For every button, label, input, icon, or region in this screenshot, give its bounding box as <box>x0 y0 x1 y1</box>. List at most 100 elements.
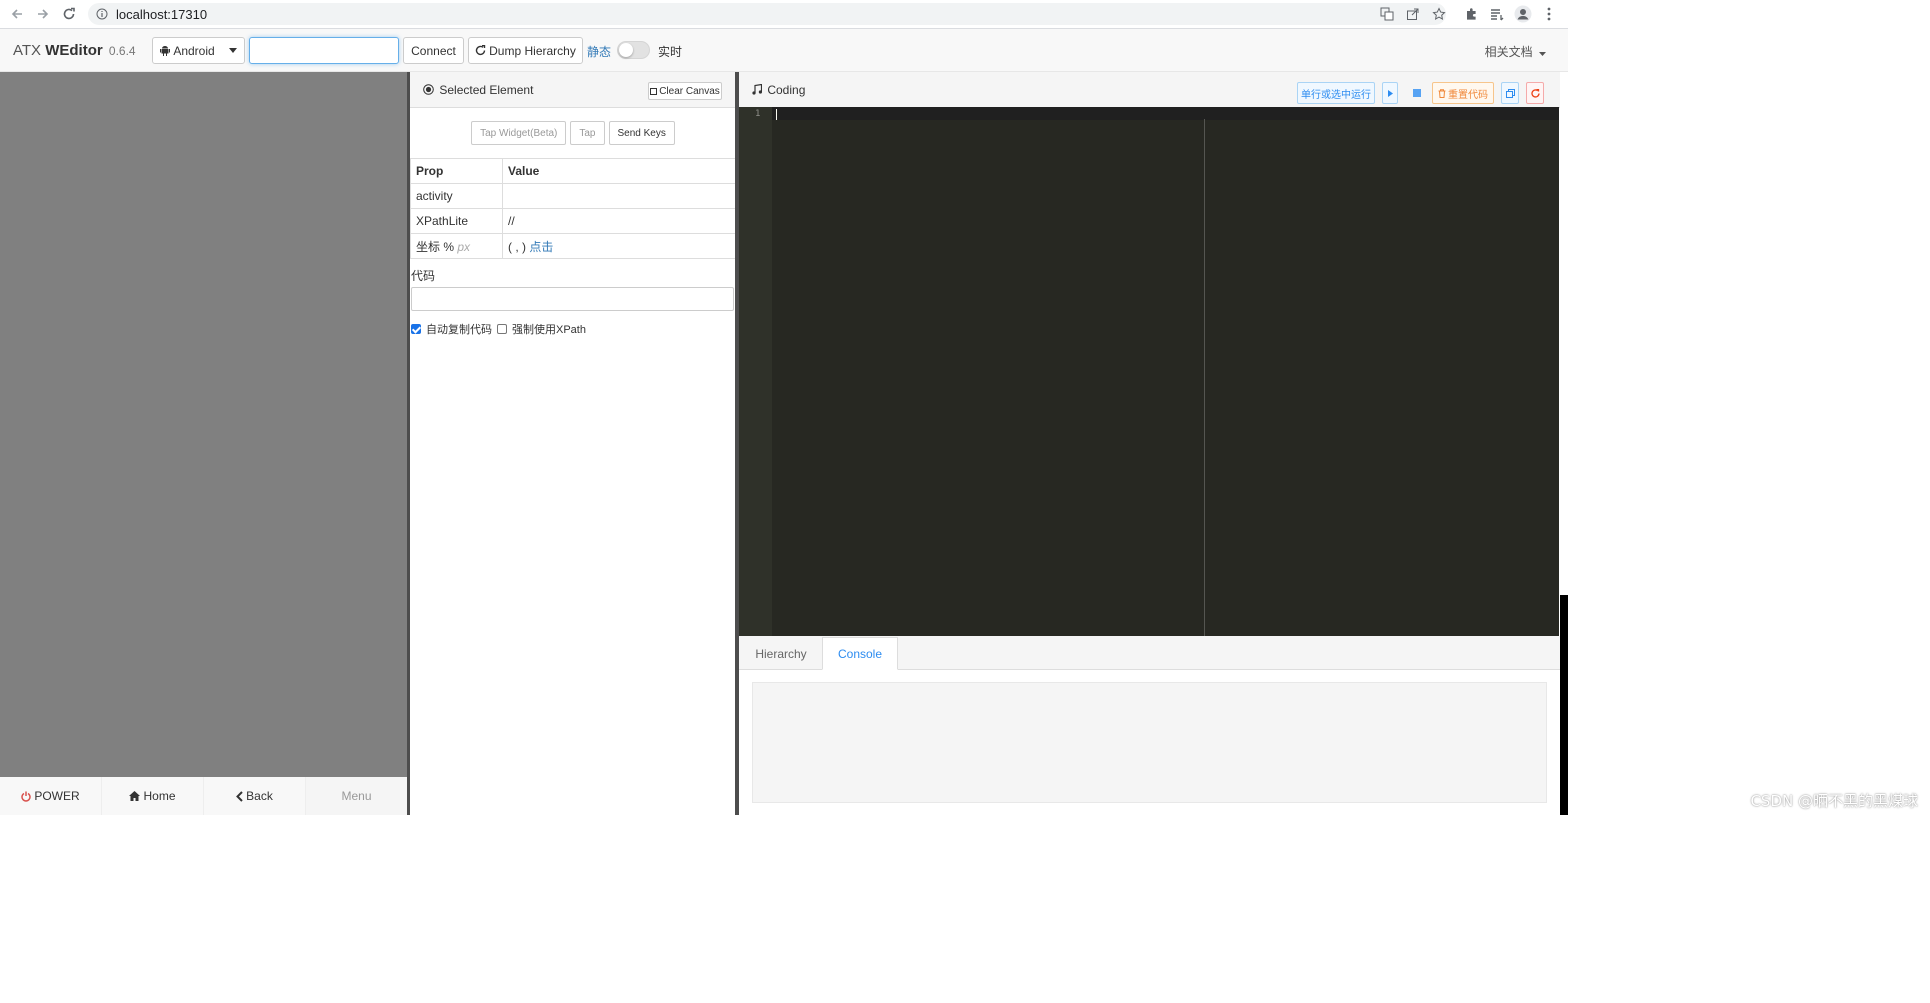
static-mode-label: 静态 <box>587 45 612 59</box>
app-navbar: ATX WEditor 0.6.4 Android Connect Dump H… <box>0 29 1568 72</box>
table-header-row: Prop Value <box>410 158 736 184</box>
line-number: 1 <box>755 109 761 119</box>
bottom-tabs: Hierarchy Console <box>739 636 1560 670</box>
table-row: XPathLite // <box>410 208 736 234</box>
home-label: Home <box>143 789 176 803</box>
live-mode-label: 实时 <box>658 45 683 59</box>
live-mode-toggle[interactable] <box>617 41 650 59</box>
power-icon <box>21 791 32 802</box>
element-actions: Tap Widget(Beta) Tap Send Keys <box>410 121 736 145</box>
value-cell: // <box>502 208 736 234</box>
tap-widget-button[interactable]: Tap Widget(Beta) <box>471 121 567 145</box>
generated-code-input[interactable] <box>411 287 734 311</box>
toggle-knob <box>619 43 633 57</box>
tap-button[interactable]: Tap <box>570 121 605 145</box>
prop-cell: XPathLite <box>410 208 503 234</box>
code-editor[interactable]: 1 <box>739 107 1559 636</box>
force-xpath-checkbox[interactable] <box>497 324 507 334</box>
url-text: localhost:17310 <box>116 6 208 22</box>
menu-button[interactable]: Menu <box>306 777 407 815</box>
force-xpath-label: 强制使用XPath <box>512 324 586 336</box>
app-brand[interactable]: ATX WEditor 0.6.4 <box>13 42 136 59</box>
coordinate-value: ( , ) <box>508 239 526 254</box>
menu-icon[interactable] <box>1540 5 1558 23</box>
value-cell <box>502 183 736 209</box>
px-toggle[interactable]: px <box>457 240 470 254</box>
checkbox-icon <box>650 87 658 95</box>
info-icon[interactable] <box>96 8 108 20</box>
send-keys-button[interactable]: Send Keys <box>608 121 675 145</box>
clear-canvas-label: Clear Canvas <box>659 85 720 97</box>
target-icon <box>423 84 434 95</box>
power-button[interactable]: POWER <box>0 777 102 815</box>
reading-list-icon[interactable] <box>1488 5 1506 23</box>
tab-console[interactable]: Console <box>822 637 898 670</box>
reload-icon[interactable] <box>58 3 80 25</box>
click-coordinate-link[interactable]: 点击 <box>529 240 553 254</box>
back-icon[interactable] <box>6 3 28 25</box>
address-bar[interactable]: localhost:17310 <box>88 3 1446 25</box>
copy-icon[interactable] <box>1501 82 1519 104</box>
auto-copy-label: 自动复制代码 <box>426 324 492 336</box>
tab-hierarchy[interactable]: Hierarchy <box>741 637 821 670</box>
dump-hierarchy-button[interactable]: Dump Hierarchy <box>468 37 583 64</box>
android-icon <box>160 45 171 56</box>
device-serial-input[interactable] <box>249 37 399 64</box>
translate-icon[interactable] <box>1378 5 1396 23</box>
table-row: activity <box>410 183 736 209</box>
coding-header: Coding 单行或选中运行 重置代码 <box>739 72 1560 108</box>
coding-panel: Coding 单行或选中运行 重置代码 1 Hierarchy Console <box>739 72 1560 815</box>
value-header: Value <box>502 158 736 184</box>
selected-element-label: Selected Element <box>439 83 534 97</box>
star-icon[interactable] <box>1430 5 1448 23</box>
brand-name: WEditor <box>45 42 103 59</box>
prop-cell: 坐标 % px <box>410 233 503 259</box>
clear-canvas-button[interactable]: Clear Canvas <box>648 82 722 100</box>
reset-code-label: 重置代码 <box>1448 89 1488 101</box>
active-line-highlight <box>772 107 1559 120</box>
home-icon <box>129 791 141 801</box>
coding-label: Coding <box>767 83 806 97</box>
chevron-left-icon <box>236 790 243 802</box>
share-icon[interactable] <box>1404 5 1422 23</box>
table-row: 坐标 % px ( , ) 点击 <box>410 233 736 259</box>
brand-prefix: ATX <box>13 42 46 59</box>
reload-icon[interactable] <box>1526 82 1544 104</box>
value-cell: ( , ) 点击 <box>502 233 736 259</box>
text-cursor <box>776 109 777 120</box>
connect-button[interactable]: Connect <box>403 37 464 64</box>
watermark-text: CSDN @晒不黑的黑煤球 <box>1750 792 1918 810</box>
selected-element-title: Selected Element <box>423 83 533 97</box>
power-label: POWER <box>34 789 80 803</box>
element-properties-table: Prop Value activity XPathLite // 坐标 % px… <box>410 158 736 259</box>
platform-dropdown[interactable]: Android <box>152 37 245 64</box>
trash-icon <box>1438 88 1446 98</box>
caret-down-icon <box>228 48 237 53</box>
play-icon[interactable] <box>1382 82 1398 104</box>
forward-icon[interactable] <box>32 3 54 25</box>
profile-icon[interactable] <box>1514 5 1532 23</box>
home-button[interactable]: Home <box>102 777 204 815</box>
caret-down-icon <box>1539 52 1546 56</box>
stop-icon[interactable] <box>1410 82 1424 104</box>
code-options: 自动复制代码 强制使用XPath <box>411 321 586 337</box>
device-hardware-buttons: POWER Home Back Menu <box>0 777 407 815</box>
window-edge-dark <box>1560 595 1568 815</box>
reset-code-button[interactable]: 重置代码 <box>1432 82 1494 104</box>
platform-label: Android <box>173 43 215 58</box>
coding-title: Coding <box>752 83 805 97</box>
extensions-icon[interactable] <box>1462 5 1480 23</box>
coordinate-prop-label: 坐标 % <box>416 239 455 254</box>
docs-dropdown[interactable]: 相关文档 <box>1485 43 1546 60</box>
docs-label: 相关文档 <box>1484 45 1533 59</box>
console-output[interactable] <box>752 682 1547 803</box>
refresh-icon <box>475 45 486 56</box>
device-screen-canvas[interactable] <box>0 72 407 777</box>
prop-cell: activity <box>410 183 503 209</box>
prop-header: Prop <box>410 158 503 184</box>
back-button[interactable]: Back <box>204 777 306 815</box>
dump-hierarchy-label: Dump Hierarchy <box>489 43 576 58</box>
browser-toolbar: localhost:17310 <box>0 0 1568 29</box>
run-selection-button[interactable]: 单行或选中运行 <box>1297 82 1375 104</box>
auto-copy-checkbox[interactable] <box>411 324 421 334</box>
